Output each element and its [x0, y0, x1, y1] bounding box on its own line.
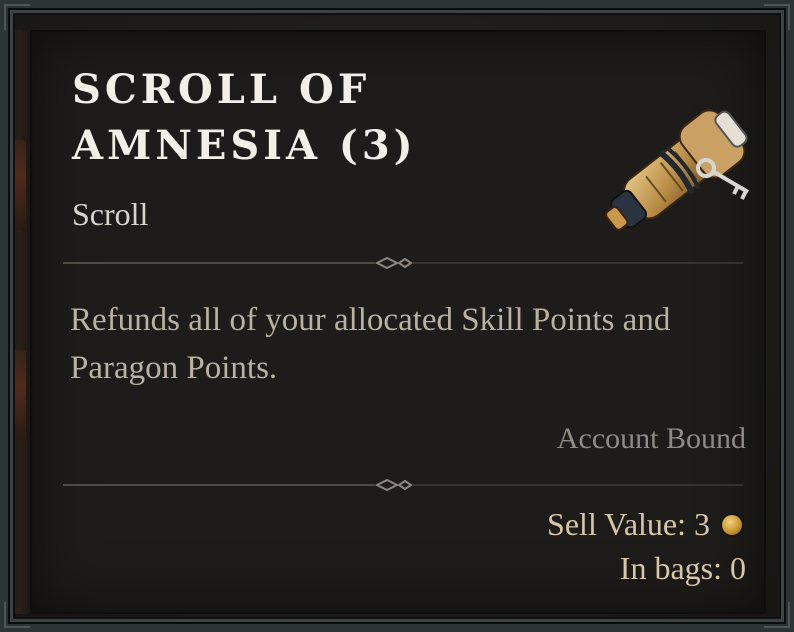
- divider: [63, 256, 743, 270]
- corner-ornament: [764, 602, 790, 628]
- corner-ornament: [4, 602, 30, 628]
- item-tooltip: SCROLL OF AMNESIA (3) Scroll Refunds all…: [0, 0, 794, 632]
- item-description: Refunds all of your allocated Skill Poin…: [70, 302, 671, 386]
- corner-ornament: [764, 4, 790, 30]
- item-name: SCROLL OF AMNESIA (3): [72, 66, 417, 169]
- scroll-with-key-icon: [578, 62, 760, 252]
- gold-coin-icon: [722, 514, 742, 535]
- in-bags-count: In bags: 0: [619, 550, 746, 586]
- binding-label: Account Bound: [556, 422, 746, 455]
- sell-value: Sell Value: 3: [547, 506, 742, 543]
- item-type: Scroll: [72, 196, 149, 232]
- decorative-ornament: [12, 350, 26, 440]
- divider: [63, 478, 743, 492]
- sell-value-label: Sell Value: 3: [547, 506, 710, 542]
- background-strip: [8, 30, 30, 614]
- decorative-ornament: [12, 140, 26, 230]
- corner-ornament: [4, 4, 30, 30]
